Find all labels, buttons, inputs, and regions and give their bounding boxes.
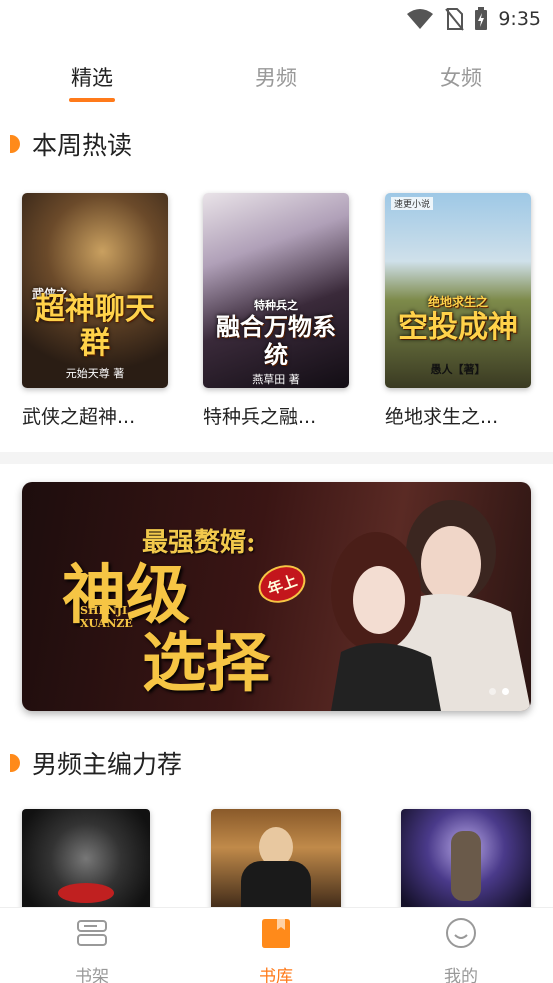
nav-label: 书库 [259,967,293,983]
nav-label: 书架 [75,967,109,983]
book-card[interactable] [22,809,150,919]
promo-banner[interactable]: 最强赘婿: 神级 选择 年上 SHENJI XUANZE [22,482,531,711]
book-cover[interactable] [211,809,341,919]
cover-prefix: 特种兵之 [254,299,298,312]
cover-title: 超神聊天群 [35,292,155,361]
profile-icon [446,918,476,948]
battery-charging-icon [475,7,488,30]
cover-tag: 速更小说 [391,197,434,210]
book-card[interactable]: 速更小说 绝地求生之 空投成神 愚人【著】 绝地求生之... [385,193,531,429]
book-card[interactable]: 武侠之 超神聊天群 元始天尊 著 武侠之超神... [22,193,168,429]
book-cover[interactable]: 特种兵之 融合万物系统 燕草田 著 [203,193,349,388]
book-cover[interactable]: 速更小说 绝地求生之 空投成神 愚人【著】 [385,193,531,388]
cover-author: 燕草田 著 [252,373,300,386]
nav-label: 我的 [444,967,478,983]
library-icon [262,919,290,948]
nav-profile[interactable]: 我的 [421,916,501,983]
section-title: 男频主编力荐 [32,750,183,779]
section-marker [10,754,20,772]
bottom-nav: 书架 书库 我的 [0,907,553,983]
tab-featured[interactable]: 精选 [42,62,142,92]
status-bar: 9:35 [0,0,553,40]
banner-pinyin: SHENJI XUANZE [80,604,133,630]
book-cover[interactable] [401,809,531,919]
banner-dot-active[interactable] [502,688,509,695]
book-cover[interactable]: 武侠之 超神聊天群 元始天尊 著 [22,193,168,388]
section-title: 本周热读 [32,131,133,160]
bookshelf-icon [77,920,107,946]
book-card[interactable]: 特种兵之 融合万物系统 燕草田 著 特种兵之融... [203,193,349,429]
book-title: 绝地求生之... [385,406,499,428]
nav-library[interactable]: 书库 [236,916,316,983]
section-header-male-picks: 男频主编力荐 [0,745,182,781]
cover-author: 元始天尊 著 [65,367,125,380]
cover-title: 融合万物系统 [216,312,336,369]
status-time: 9:35 [498,8,541,30]
banner-dot[interactable] [489,688,496,695]
cover-prefix: 绝地求生之 [427,295,488,309]
tab-male[interactable]: 男频 [226,62,326,92]
book-title: 特种兵之融... [203,406,317,428]
wifi-icon [407,9,434,29]
book-cover[interactable] [22,809,150,919]
book-card[interactable] [211,809,341,919]
section-header-hot-weekly: 本周热读 [0,126,132,162]
cover-figure [451,831,481,901]
status-icons: 9:35 [406,6,541,32]
section-marker [10,135,20,153]
nav-bookshelf[interactable]: 书架 [52,916,132,983]
no-sim-icon [445,8,465,31]
banner-couple-illustration [331,500,531,711]
banner-pinyin-line1: SHENJI [80,604,128,617]
tab-active-indicator [69,98,115,102]
top-tabs: 精选 男频 女频 [0,56,553,106]
tab-female[interactable]: 女频 [411,62,511,92]
section-divider [0,452,553,464]
book-card[interactable] [401,809,531,919]
book-title: 武侠之超神... [22,406,136,428]
banner-pinyin-line2: XUANZE [80,617,133,630]
cover-author: 愚人【著】 [430,363,486,376]
cover-title: 空投成神 [398,310,518,345]
banner-title-line2: 选择 [142,626,270,701]
cover-emblem [58,883,114,903]
banner-pagination [489,688,509,695]
